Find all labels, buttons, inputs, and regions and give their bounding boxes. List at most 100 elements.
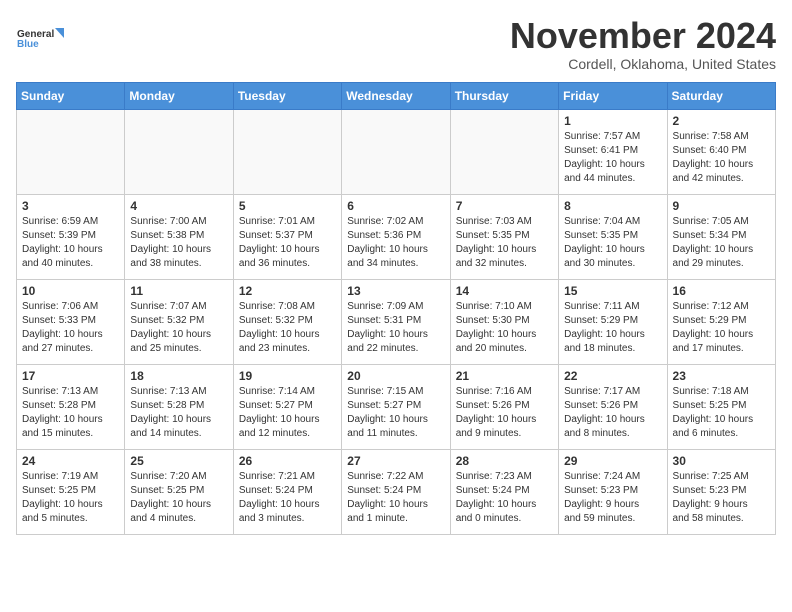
header: General Blue November 2024 Cordell, Okla… (16, 16, 776, 72)
day-number: 22 (564, 369, 661, 383)
day-info: Sunrise: 7:16 AM Sunset: 5:26 PM Dayligh… (456, 385, 553, 441)
calendar-week-row: 3 Sunrise: 6:59 AM Sunset: 5:39 PM Daylig… (17, 194, 776, 279)
logo: General Blue (16, 16, 66, 60)
calendar-cell: 15Sunrise: 7:11 AM Sunset: 5:29 PM Dayli… (559, 279, 667, 364)
calendar-cell: 20Sunrise: 7:15 AM Sunset: 5:27 PM Dayli… (342, 364, 450, 449)
calendar-week-row: 24 Sunrise: 7:19 AM Sunset: 5:25 PM Dayli… (17, 449, 776, 534)
calendar-cell: 10 Sunrise: 7:06 AM Sunset: 5:33 PM Dayli… (17, 279, 125, 364)
weekday-header-row: SundayMondayTuesdayWednesdayThursdayFrid… (17, 82, 776, 109)
day-number: 1 (564, 114, 661, 128)
calendar-cell (17, 109, 125, 194)
day-info: Sunrise: 7:19 AM Sunset: 5:25 PM Dayligh… (22, 470, 119, 526)
day-info: Sunrise: 7:01 AM Sunset: 5:37 PM Dayligh… (239, 215, 336, 271)
calendar-cell: 24 Sunrise: 7:19 AM Sunset: 5:25 PM Dayli… (17, 449, 125, 534)
day-info: Sunrise: 7:20 AM Sunset: 5:25 PM Dayligh… (130, 470, 227, 526)
day-number: 20 (347, 369, 444, 383)
day-info: Sunrise: 7:04 AM Sunset: 5:35 PM Dayligh… (564, 215, 661, 271)
day-number: 13 (347, 284, 444, 298)
svg-text:Blue: Blue (17, 39, 39, 50)
day-info: Sunrise: 7:21 AM Sunset: 5:24 PM Dayligh… (239, 470, 336, 526)
day-info: Sunrise: 7:07 AM Sunset: 5:32 PM Dayligh… (130, 300, 227, 356)
day-info: Sunrise: 7:02 AM Sunset: 5:36 PM Dayligh… (347, 215, 444, 271)
day-info: Sunrise: 7:18 AM Sunset: 5:25 PM Dayligh… (673, 385, 770, 441)
calendar-cell: 25Sunrise: 7:20 AM Sunset: 5:25 PM Dayli… (125, 449, 233, 534)
day-info: Sunrise: 6:59 AM Sunset: 5:39 PM Dayligh… (22, 215, 119, 271)
day-info: Sunrise: 7:14 AM Sunset: 5:27 PM Dayligh… (239, 385, 336, 441)
calendar-cell: 27 Sunrise: 7:22 AM Sunset: 5:24 PM Dayli… (342, 449, 450, 534)
weekday-header: Saturday (667, 82, 775, 109)
day-info: Sunrise: 7:08 AM Sunset: 5:32 PM Dayligh… (239, 300, 336, 356)
calendar-cell: 28Sunrise: 7:23 AM Sunset: 5:24 PM Dayli… (450, 449, 558, 534)
calendar-body: 1 Sunrise: 7:57 AM Sunset: 6:41 PM Daylig… (17, 109, 776, 534)
calendar-cell: 14 Sunrise: 7:10 AM Sunset: 5:30 PM Dayli… (450, 279, 558, 364)
day-info: Sunrise: 7:03 AM Sunset: 5:35 PM Dayligh… (456, 215, 553, 271)
calendar-cell: 3 Sunrise: 6:59 AM Sunset: 5:39 PM Daylig… (17, 194, 125, 279)
calendar-cell: 19Sunrise: 7:14 AM Sunset: 5:27 PM Dayli… (233, 364, 341, 449)
day-number: 7 (456, 199, 553, 213)
calendar-cell: 22 Sunrise: 7:17 AM Sunset: 5:26 PM Dayli… (559, 364, 667, 449)
calendar-cell (125, 109, 233, 194)
calendar-cell: 4 Sunrise: 7:00 AM Sunset: 5:38 PM Daylig… (125, 194, 233, 279)
day-number: 4 (130, 199, 227, 213)
calendar-cell: 16Sunrise: 7:12 AM Sunset: 5:29 PM Dayli… (667, 279, 775, 364)
day-number: 16 (673, 284, 770, 298)
calendar-cell: 13Sunrise: 7:09 AM Sunset: 5:31 PM Dayli… (342, 279, 450, 364)
calendar-cell (233, 109, 341, 194)
day-info: Sunrise: 7:23 AM Sunset: 5:24 PM Dayligh… (456, 470, 553, 526)
day-info: Sunrise: 7:00 AM Sunset: 5:38 PM Dayligh… (130, 215, 227, 271)
calendar-cell: 5 Sunrise: 7:01 AM Sunset: 5:37 PM Daylig… (233, 194, 341, 279)
calendar-cell: 30 Sunrise: 7:25 AM Sunset: 5:23 PM Dayli… (667, 449, 775, 534)
day-number: 30 (673, 454, 770, 468)
day-number: 21 (456, 369, 553, 383)
calendar-week-row: 10 Sunrise: 7:06 AM Sunset: 5:33 PM Dayli… (17, 279, 776, 364)
weekday-header: Sunday (17, 82, 125, 109)
day-number: 27 (347, 454, 444, 468)
day-info: Sunrise: 7:58 AM Sunset: 6:40 PM Dayligh… (673, 130, 770, 186)
calendar-table: SundayMondayTuesdayWednesdayThursdayFrid… (16, 82, 776, 535)
calendar-week-row: 1 Sunrise: 7:57 AM Sunset: 6:41 PM Daylig… (17, 109, 776, 194)
day-info: Sunrise: 7:10 AM Sunset: 5:30 PM Dayligh… (456, 300, 553, 356)
weekday-header: Thursday (450, 82, 558, 109)
calendar-cell: 26 Sunrise: 7:21 AM Sunset: 5:24 PM Dayli… (233, 449, 341, 534)
calendar-cell: 2Sunrise: 7:58 AM Sunset: 6:40 PM Daylig… (667, 109, 775, 194)
location-title: Cordell, Oklahoma, United States (510, 56, 776, 72)
weekday-header: Monday (125, 82, 233, 109)
calendar-cell: 7 Sunrise: 7:03 AM Sunset: 5:35 PM Daylig… (450, 194, 558, 279)
day-info: Sunrise: 7:06 AM Sunset: 5:33 PM Dayligh… (22, 300, 119, 356)
calendar-week-row: 17Sunrise: 7:13 AM Sunset: 5:28 PM Dayli… (17, 364, 776, 449)
day-number: 3 (22, 199, 119, 213)
calendar-cell (450, 109, 558, 194)
calendar-cell: 18Sunrise: 7:13 AM Sunset: 5:28 PM Dayli… (125, 364, 233, 449)
calendar-cell (342, 109, 450, 194)
day-number: 29 (564, 454, 661, 468)
weekday-header: Friday (559, 82, 667, 109)
calendar-cell: 9 Sunrise: 7:05 AM Sunset: 5:34 PM Daylig… (667, 194, 775, 279)
day-info: Sunrise: 7:24 AM Sunset: 5:23 PM Dayligh… (564, 470, 661, 526)
month-title: November 2024 (510, 16, 776, 56)
day-info: Sunrise: 7:17 AM Sunset: 5:26 PM Dayligh… (564, 385, 661, 441)
calendar-cell: 11Sunrise: 7:07 AM Sunset: 5:32 PM Dayli… (125, 279, 233, 364)
day-number: 6 (347, 199, 444, 213)
weekday-header: Tuesday (233, 82, 341, 109)
day-number: 24 (22, 454, 119, 468)
day-number: 5 (239, 199, 336, 213)
day-number: 12 (239, 284, 336, 298)
day-number: 15 (564, 284, 661, 298)
title-area: November 2024 Cordell, Oklahoma, United … (510, 16, 776, 72)
day-number: 23 (673, 369, 770, 383)
day-info: Sunrise: 7:05 AM Sunset: 5:34 PM Dayligh… (673, 215, 770, 271)
calendar-cell: 6 Sunrise: 7:02 AM Sunset: 5:36 PM Daylig… (342, 194, 450, 279)
day-number: 26 (239, 454, 336, 468)
day-info: Sunrise: 7:57 AM Sunset: 6:41 PM Dayligh… (564, 130, 661, 186)
calendar-cell: 1 Sunrise: 7:57 AM Sunset: 6:41 PM Daylig… (559, 109, 667, 194)
day-number: 14 (456, 284, 553, 298)
day-number: 10 (22, 284, 119, 298)
day-info: Sunrise: 7:22 AM Sunset: 5:24 PM Dayligh… (347, 470, 444, 526)
day-info: Sunrise: 7:25 AM Sunset: 5:23 PM Dayligh… (673, 470, 770, 526)
logo-svg: General Blue (16, 16, 66, 60)
day-number: 9 (673, 199, 770, 213)
calendar-cell: 17Sunrise: 7:13 AM Sunset: 5:28 PM Dayli… (17, 364, 125, 449)
calendar-cell: 23 Sunrise: 7:18 AM Sunset: 5:25 PM Dayli… (667, 364, 775, 449)
calendar-cell: 12 Sunrise: 7:08 AM Sunset: 5:32 PM Dayli… (233, 279, 341, 364)
day-info: Sunrise: 7:13 AM Sunset: 5:28 PM Dayligh… (22, 385, 119, 441)
